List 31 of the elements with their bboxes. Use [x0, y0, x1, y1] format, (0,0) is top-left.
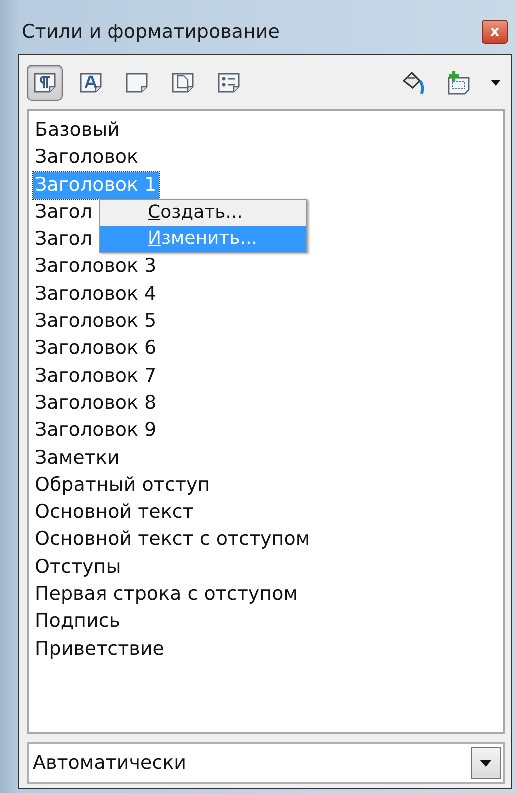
style-item[interactable]: Заголовок 4 [33, 280, 159, 308]
style-item[interactable]: Заголовок 7 [33, 362, 159, 390]
paint-bucket-icon [400, 70, 426, 96]
style-item[interactable]: Подпись [33, 608, 122, 636]
style-item[interactable]: Заголовок 6 [33, 335, 159, 363]
style-item[interactable]: Заметки [33, 444, 122, 472]
style-item[interactable]: Заголовок [33, 144, 140, 172]
menu-item[interactable]: Создать... [100, 200, 306, 226]
page-icon [171, 71, 195, 95]
style-item[interactable]: Загол [33, 198, 95, 226]
page-icon [125, 71, 149, 95]
filter-dropdown[interactable]: Автоматически [27, 742, 505, 784]
style-item[interactable]: Заголовок 8 [33, 390, 159, 418]
list-icon [217, 71, 241, 95]
style-item[interactable]: Обратный отступ [33, 472, 212, 500]
style-item[interactable]: Базовый [33, 117, 122, 144]
style-item[interactable]: Заголовок 5 [33, 308, 159, 336]
window-title: Стили и форматирование [22, 21, 280, 43]
style-item[interactable]: Загол [33, 226, 95, 254]
style-item[interactable]: Основной текст с отступом [33, 526, 312, 554]
style-item[interactable]: Заголовок 3 [33, 253, 159, 281]
style-item[interactable]: Первая строка с отступом [33, 581, 300, 608]
style-item[interactable]: Приветствие [33, 636, 166, 663]
style-item[interactable]: Основной текст [33, 499, 196, 526]
style-type-button[interactable] [27, 65, 63, 101]
pilcrow-icon [33, 71, 57, 95]
style-item[interactable]: Заголовок 9 [33, 417, 159, 445]
caret-icon [491, 80, 501, 86]
caret-icon [480, 760, 492, 766]
style-item[interactable]: Отступы [33, 554, 124, 582]
letter-a-icon [79, 71, 103, 95]
